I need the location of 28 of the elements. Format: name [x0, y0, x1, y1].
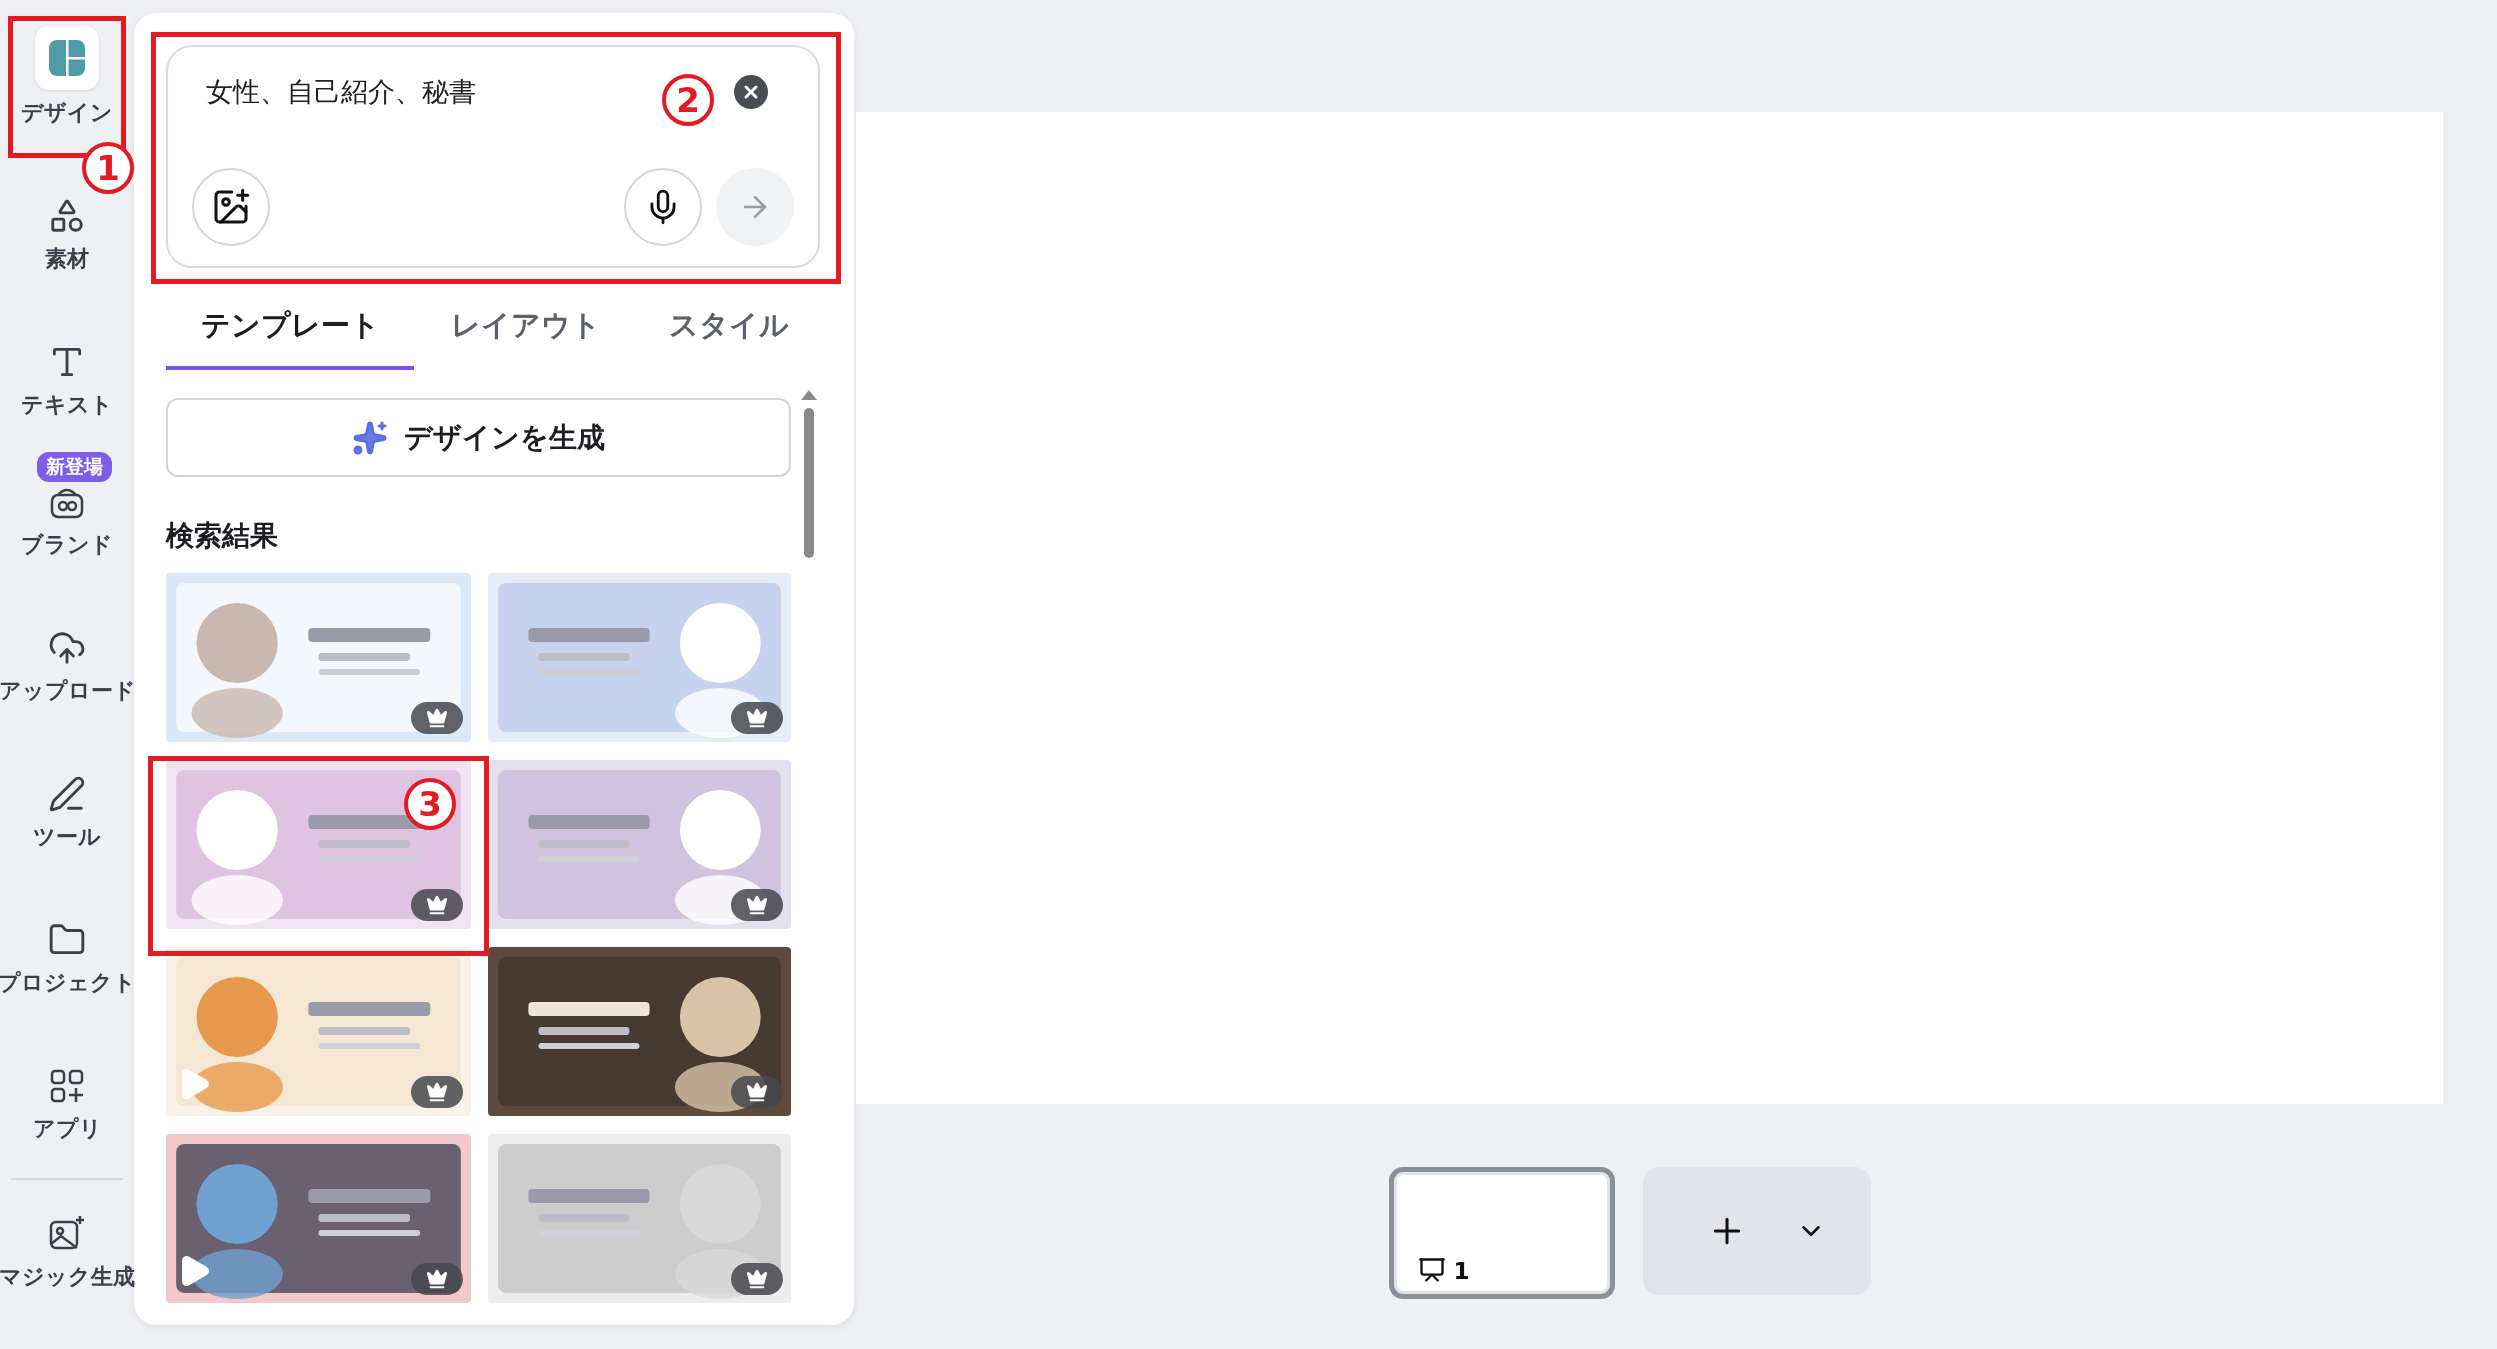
- tab[interactable]: レイアウト: [414, 286, 638, 370]
- sidebar-label: テキスト: [21, 391, 113, 419]
- sidebar-item[interactable]: 素材: [0, 196, 134, 274]
- tab[interactable]: テンプレート: [166, 286, 414, 370]
- sidebar-label: アプリ: [32, 1115, 102, 1143]
- sidebar-item[interactable]: アプリ: [0, 1066, 134, 1144]
- sidebar-item[interactable]: プロジェクト: [0, 920, 134, 998]
- sidebar-item[interactable]: ツール: [0, 774, 134, 852]
- sidebar-label: デザイン: [21, 99, 113, 127]
- sidebar-item[interactable]: アップロード: [0, 628, 134, 706]
- sidebar-label: 素材: [45, 245, 89, 273]
- step-number: 1: [82, 142, 134, 194]
- sidebar-item[interactable]: 新登場 ブランド: [0, 452, 134, 560]
- sidebar-item[interactable]: マジック生成: [0, 1214, 134, 1292]
- sidebar-label: ブランド: [21, 531, 113, 559]
- page-thumbnail[interactable]: 1: [1388, 1167, 1615, 1299]
- tab[interactable]: スタイル: [638, 286, 820, 370]
- page-number: 1: [1453, 1258, 1470, 1284]
- sidebar-label: マジック生成: [0, 1263, 135, 1291]
- sidebar-label: アップロード: [0, 677, 136, 705]
- sidebar-label: ツール: [33, 823, 101, 851]
- new-badge: 新登場: [36, 452, 112, 482]
- sidebar-item[interactable]: デザイン: [0, 26, 134, 128]
- generate-design-button[interactable]: デザインを生成: [166, 398, 791, 477]
- section-heading: 検索結果: [166, 518, 279, 554]
- search-input[interactable]: 女性、自己紹介、秘書: [204, 75, 624, 109]
- sidebar-label: プロジェクト: [0, 969, 136, 997]
- sidebar-item[interactable]: テキスト: [0, 342, 134, 420]
